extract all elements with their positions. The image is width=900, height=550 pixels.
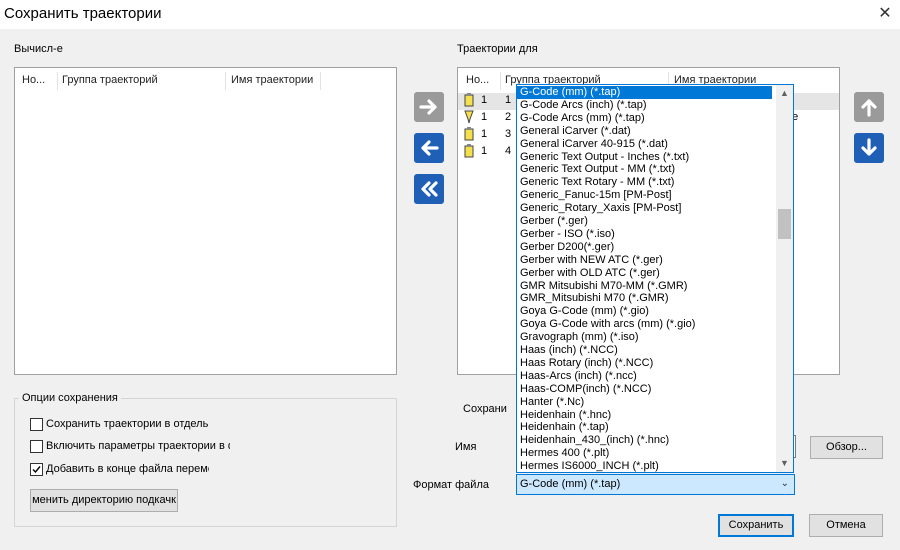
column-header-name[interactable]: Имя траектории <box>231 74 313 86</box>
row-group: 2 <box>505 111 512 123</box>
dropdown-option[interactable]: Haas-COMP(inch) (*.NCC) <box>517 383 772 396</box>
row-group: 3 <box>505 128 512 140</box>
dropdown-option[interactable]: Generic_Rotary_Xaxis [PM-Post] <box>517 202 772 215</box>
row-group: 4 <box>505 145 512 157</box>
row-number: 1 <box>481 94 488 106</box>
save-to-label: Сохрани <box>463 403 507 415</box>
column-separator[interactable] <box>320 72 321 90</box>
scroll-up-icon[interactable]: ▲ <box>776 85 793 102</box>
row-number: 1 <box>481 145 488 157</box>
arrow-left-icon <box>421 140 439 156</box>
available-label: Вычисл-е <box>14 43 63 55</box>
include-params-checkbox[interactable] <box>30 440 43 453</box>
row-group: 1 <box>505 94 512 106</box>
dropdown-option[interactable]: Generic Text Output - MM (*.txt) <box>517 163 772 176</box>
save-options-title: Опции сохранения <box>19 392 121 404</box>
available-toolpaths-list[interactable]: Но... Группа траекторий Имя траектории <box>14 67 397 375</box>
dropdown-option[interactable]: Hanter (*.Nc) <box>517 396 772 409</box>
dropdown-option[interactable]: Gerber (*.ger) <box>517 215 772 228</box>
toolpath-yellow-icon <box>463 93 475 110</box>
column-header-number[interactable]: Но... <box>22 74 45 86</box>
move-down-button[interactable] <box>854 133 884 163</box>
dropdown-option[interactable]: Hermes 400 (*.plt) <box>517 447 772 460</box>
remove-all-toolpaths-button[interactable] <box>414 174 444 204</box>
save-button[interactable]: Сохранить <box>718 514 794 537</box>
dropdown-option[interactable]: Goya G-Code with arcs (mm) (*.gio) <box>517 318 772 331</box>
dropdown-option[interactable]: General iCarver (*.dat) <box>517 125 772 138</box>
dropdown-option[interactable]: Goya G-Code (mm) (*.gio) <box>517 305 772 318</box>
separate-files-checkbox[interactable] <box>30 418 43 431</box>
file-format-label: Формат файла <box>413 479 489 491</box>
name-label: Имя <box>455 441 477 453</box>
scrollbar-thumb[interactable] <box>778 208 791 239</box>
dropdown-option[interactable]: Heidenhain (*.tap) <box>517 421 772 434</box>
dropdown-option[interactable]: G-Code (mm) (*.tap) <box>517 86 772 99</box>
toolpath-drill-icon <box>463 110 475 127</box>
append-end-checkbox[interactable] <box>30 463 43 476</box>
chevron-down-icon: ⌄ <box>780 478 789 489</box>
dropdown-option[interactable]: Gravograph (mm) (*.iso) <box>517 331 772 344</box>
double-arrow-left-icon <box>421 181 438 197</box>
check-icon <box>32 466 41 474</box>
close-icon[interactable]: ✕ <box>870 0 900 29</box>
remove-toolpath-button[interactable] <box>414 133 444 163</box>
file-format-select[interactable]: G-Code (mm) (*.tap) ⌄ <box>516 474 795 495</box>
toolpath-yellow-icon <box>463 127 475 144</box>
separate-files-label[interactable]: Сохранить траектории в отдельн <box>46 418 209 430</box>
toolpath-yellow-icon <box>463 144 475 161</box>
column-separator[interactable] <box>500 72 501 90</box>
dropdown-option[interactable]: Haas Rotary (inch) (*.NCC) <box>517 357 772 370</box>
dropdown-option[interactable]: Hermes IS6000_INCH (*.plt) <box>517 460 772 472</box>
dropdown-option[interactable]: Haas-Arcs (inch) (*.ncc) <box>517 370 772 383</box>
browse-button[interactable]: Обзор... <box>810 436 883 459</box>
dropdown-option[interactable]: Gerber D200(*.ger) <box>517 241 772 254</box>
cancel-button[interactable]: Отмена <box>809 514 883 537</box>
scroll-down-icon[interactable]: ▼ <box>776 455 793 472</box>
dropdown-option[interactable]: GMR_Mitsubishi M70 (*.GMR) <box>517 292 772 305</box>
row-number: 1 <box>481 111 488 123</box>
dropdown-option[interactable]: Heidenhain_430_(inch) (*.hnc) <box>517 434 772 447</box>
toolpaths-for-label: Траектории для <box>457 43 538 55</box>
title-bar: Сохранить траектории ✕ <box>0 0 900 29</box>
move-up-button[interactable] <box>854 92 884 122</box>
arrow-up-icon <box>861 99 877 117</box>
row-number: 1 <box>481 128 488 140</box>
dropdown-option[interactable]: Gerber - ISO (*.iso) <box>517 228 772 241</box>
file-format-dropdown[interactable]: G-Code (mm) (*.tap) G-Code Arcs (inch) (*… <box>516 84 794 473</box>
dropdown-option[interactable]: Haas (inch) (*.NCC) <box>517 344 772 357</box>
dropdown-option[interactable]: GMR Mitsubishi M70-MM (*.GMR) <box>517 280 772 293</box>
dropdown-option[interactable]: G-Code Arcs (mm) (*.tap) <box>517 112 772 125</box>
column-separator[interactable] <box>225 72 226 90</box>
arrow-down-icon <box>861 138 877 156</box>
dropdown-option[interactable]: General iCarver 40-915 (*.dat) <box>517 138 772 151</box>
column-separator[interactable] <box>57 72 58 90</box>
dropdown-option[interactable]: Gerber with NEW ATC (*.ger) <box>517 254 772 267</box>
dropdown-option[interactable]: Generic Text Rotary - MM (*.txt) <box>517 176 772 189</box>
dropdown-option[interactable]: Gerber with OLD ATC (*.ger) <box>517 267 772 280</box>
dropdown-scrollbar[interactable]: ▲ ▼ <box>776 85 793 472</box>
column-header-number[interactable]: Но... <box>466 74 489 86</box>
dropdown-option[interactable]: G-Code Arcs (inch) (*.tap) <box>517 99 772 112</box>
change-swap-directory-button[interactable]: менить директорию подкачк <box>30 489 178 512</box>
include-params-label[interactable]: Включить параметры траектории в ф <box>46 440 230 452</box>
dropdown-option[interactable]: Generic_Fanuc-15m [PM-Post] <box>517 189 772 202</box>
arrow-right-icon <box>419 99 437 115</box>
column-header-group[interactable]: Группа траекторий <box>62 74 158 86</box>
window-title: Сохранить траектории <box>4 5 162 22</box>
add-toolpath-button[interactable] <box>414 92 444 122</box>
file-format-selected: G-Code (mm) (*.tap) <box>520 478 621 490</box>
dropdown-option[interactable]: Heidenhain (*.hnc) <box>517 409 772 422</box>
dropdown-option[interactable]: Generic Text Output - Inches (*.txt) <box>517 151 772 164</box>
append-end-label[interactable]: Добавить в конце файла переме <box>46 463 209 475</box>
